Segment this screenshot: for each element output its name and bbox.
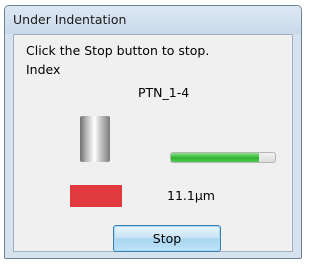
title-bar[interactable]: Under Indentation (5, 6, 301, 34)
indentation-progress-bar (170, 152, 276, 163)
index-value: PTN_1-4 (138, 85, 190, 100)
indentation-depth: 11.1μm (167, 188, 215, 203)
dialog-content: Click the Stop button to stop. Index PTN… (13, 34, 293, 252)
instruction-message: Click the Stop button to stop. (26, 43, 210, 58)
stop-button[interactable]: Stop (113, 225, 221, 252)
dialog-window: Under Indentation Click the Stop button … (4, 5, 302, 259)
window-title: Under Indentation (13, 12, 127, 27)
progress-fill (171, 153, 260, 162)
index-label: Index (26, 62, 61, 77)
sample-base-icon (70, 185, 122, 207)
indenter-icon (80, 116, 110, 162)
